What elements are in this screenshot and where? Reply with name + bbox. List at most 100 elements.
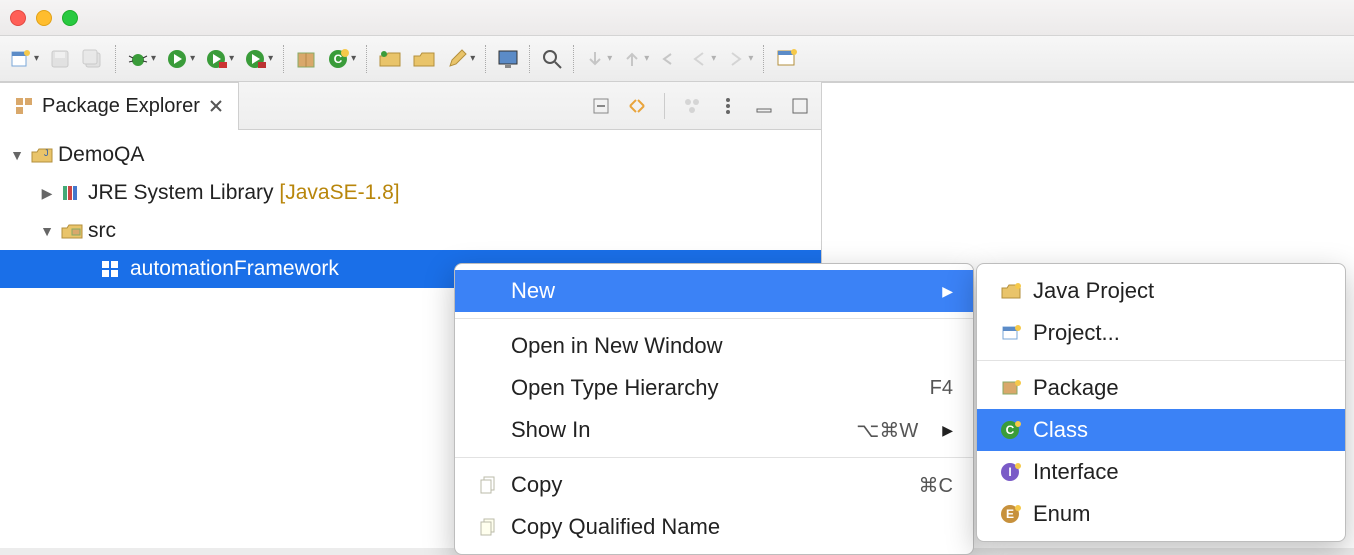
search-button[interactable] [537,42,567,76]
run-button[interactable]: ▾ [162,42,199,76]
menu-open-type-hierarchy[interactable]: Open Type Hierarchy F4 [455,367,973,409]
submenu-interface[interactable]: I Interface [977,451,1345,493]
tree-jre-node[interactable]: ▶ JRE System Library [JavaSE-1.8] [0,174,821,212]
menu-separator [455,457,973,458]
save-all-icon [81,48,105,70]
copy-icon [475,475,503,495]
package-icon [295,48,317,70]
prev-annotation-button[interactable]: ▾ [618,42,653,76]
svg-text:I: I [1008,465,1011,479]
submenu-arrow-icon: ▶ [942,422,953,439]
submenu-enum[interactable]: E Enum [977,493,1345,535]
new-class-button[interactable]: C▾ [323,42,360,76]
menu-copy[interactable]: Copy ⌘C [455,464,973,506]
menu-label: Class [1033,417,1325,443]
zoom-window-button[interactable] [62,10,78,26]
save-button[interactable] [45,42,75,76]
submenu-package[interactable]: Package [977,367,1345,409]
run-external-button[interactable]: ▾ [240,42,277,76]
menu-label: Java Project [1033,278,1325,304]
menu-label: Open in New Window [511,333,953,359]
interface-icon: I [997,461,1025,483]
view-header: Package Explorer [0,82,821,130]
menu-separator [977,360,1345,361]
tab-label: Package Explorer [42,95,200,118]
menu-label: Show In [511,417,848,443]
class-icon: C [997,419,1025,441]
coverage-button[interactable]: ▾ [201,42,238,76]
submenu-java-project[interactable]: Java Project [977,270,1345,312]
expand-icon[interactable]: ▶ [38,185,56,202]
svg-text:E: E [1006,507,1014,521]
package-label: automationFramework [130,257,339,281]
menu-dots-icon [722,96,734,116]
new-package-button[interactable] [291,42,321,76]
tree-project-node[interactable]: ▼ J DemoQA [0,136,821,174]
open-project-button[interactable] [374,42,406,76]
menu-label: Interface [1033,459,1325,485]
next-annotation-button[interactable]: ▾ [581,42,616,76]
focus-task-button[interactable] [679,93,705,119]
collapse-icon [591,96,611,116]
menu-copy-qualified[interactable]: Copy Qualified Name [455,506,973,548]
src-label: src [88,219,116,243]
maximize-view-button[interactable] [787,93,813,119]
window-titlebar [0,0,1354,36]
open-folder-button[interactable] [408,42,440,76]
close-tab-icon[interactable] [208,98,224,114]
search-icon [541,48,563,70]
java-project-icon [997,281,1025,301]
menu-label: Copy Qualified Name [511,514,953,540]
project-label: DemoQA [58,143,144,167]
save-all-button[interactable] [77,42,109,76]
new-wizard-button[interactable]: ▾ [6,42,43,76]
package-explorer-tab[interactable]: Package Explorer [0,82,239,130]
enum-icon: E [997,503,1025,525]
package-icon [100,259,124,279]
window-controls [10,10,78,26]
minimize-view-button[interactable] [751,93,777,119]
new-submenu: Java Project Project... Package C Class … [976,263,1346,542]
menu-label: Project... [1033,320,1325,346]
window-icon [775,48,797,70]
menu-shortcut: F4 [930,377,953,400]
pencil-icon [446,48,468,70]
debug-button[interactable]: ▾ [123,42,160,76]
view-menu-button[interactable] [715,93,741,119]
last-edit-button[interactable] [655,42,683,76]
context-menu: New ▶ Open in New Window Open Type Hiera… [454,263,974,555]
menu-new[interactable]: New ▶ [455,270,973,312]
menu-label: New [511,278,934,304]
close-window-button[interactable] [10,10,26,26]
folder-icon [412,48,436,70]
play-ext-icon [244,48,266,70]
minimize-window-button[interactable] [36,10,52,26]
menu-label: Open Type Hierarchy [511,375,922,401]
submenu-class[interactable]: C Class [977,409,1345,451]
tree-src-node[interactable]: ▼ src [0,212,821,250]
menu-show-in[interactable]: Show In ⌥⌘W ▶ [455,409,973,451]
menu-shortcut: ⌘C [919,473,953,498]
forward-button[interactable]: ▾ [722,42,757,76]
edit-button[interactable]: ▾ [442,42,479,76]
back-button[interactable]: ▾ [685,42,720,76]
menu-open-new-window[interactable]: Open in New Window [455,325,973,367]
bug-icon [127,48,149,70]
expand-icon[interactable]: ▼ [8,147,26,163]
link-editor-button[interactable] [624,93,650,119]
perspective-button[interactable] [771,42,801,76]
copy-qn-icon [475,517,503,537]
menu-label: Copy [511,472,911,498]
expand-icon[interactable]: ▼ [38,223,56,239]
src-folder-icon [60,221,84,241]
menu-label: Package [1033,375,1325,401]
svg-text:C: C [1006,423,1015,437]
collapse-all-button[interactable] [588,93,614,119]
toggle-breadcrumb-button[interactable] [493,42,523,76]
screen-icon [497,48,519,70]
library-icon [60,183,84,203]
submenu-arrow-icon: ▶ [942,283,953,300]
explorer-icon [14,96,34,116]
submenu-project[interactable]: Project... [977,312,1345,354]
menu-shortcut: ⌥⌘W [856,418,918,443]
